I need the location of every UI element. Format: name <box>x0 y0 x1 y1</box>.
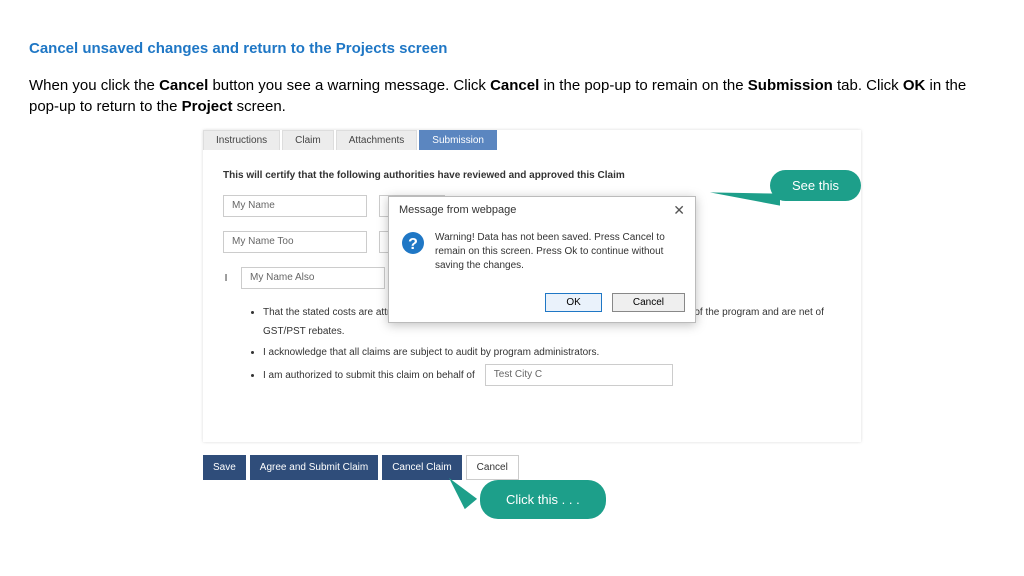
doc-text: screen. <box>237 98 286 115</box>
name-field-1[interactable]: My Name <box>223 195 367 217</box>
doc-title: Cancel unsaved changes and return to the… <box>29 40 447 57</box>
modal-actions: OK Cancel <box>389 287 695 322</box>
action-bar: Save Agree and Submit Claim Cancel Claim… <box>203 455 519 480</box>
close-icon[interactable]: ✕ <box>673 203 685 217</box>
modal-ok-button[interactable]: OK <box>545 293 601 312</box>
modal-title-text: Message from webpage <box>399 204 516 216</box>
doc-text: tab. Click <box>837 77 903 94</box>
prefix-i: I <box>223 273 229 284</box>
warning-modal: Message from webpage ✕ ? Warning! Data h… <box>388 196 696 323</box>
certify-heading: This will certify that the following aut… <box>223 170 841 181</box>
agree-submit-button[interactable]: Agree and Submit Claim <box>250 455 378 480</box>
doc-bold-cancel2: Cancel <box>490 77 539 94</box>
bullet-2: I acknowledge that all claims are subjec… <box>263 343 841 362</box>
doc-bold-cancel: Cancel <box>159 77 208 94</box>
behalf-field[interactable]: Test City C <box>485 364 673 386</box>
doc-bold-submission: Submission <box>748 77 833 94</box>
tab-submission[interactable]: Submission <box>419 130 497 150</box>
tab-instructions[interactable]: Instructions <box>203 130 280 150</box>
name-field-2[interactable]: My Name Too <box>223 231 367 253</box>
callout-see-this: See this <box>770 170 861 201</box>
doc-paragraph: When you click the Cancel button you see… <box>29 75 999 117</box>
modal-cancel-button[interactable]: Cancel <box>612 293 685 312</box>
tab-claim[interactable]: Claim <box>282 130 334 150</box>
doc-text: button you see a warning message. Click <box>212 77 490 94</box>
tab-bar: Instructions Claim Attachments Submissio… <box>203 130 861 150</box>
modal-body: ? Warning! Data has not been saved. Pres… <box>389 223 695 287</box>
svg-text:?: ? <box>408 236 418 253</box>
name-field-3[interactable]: My Name Also <box>241 267 385 289</box>
cancel-button[interactable]: Cancel <box>466 455 519 480</box>
doc-text: in the pop-up to remain on the <box>543 77 747 94</box>
bullet-3: I am authorized to submit this claim on … <box>263 364 841 386</box>
save-button[interactable]: Save <box>203 455 246 480</box>
bullet-3-label: I am authorized to submit this claim on … <box>263 366 475 385</box>
modal-message: Warning! Data has not been saved. Press … <box>435 231 683 273</box>
tab-attachments[interactable]: Attachments <box>336 130 418 150</box>
doc-text: When you click the <box>29 77 159 94</box>
doc-bold-ok: OK <box>903 77 926 94</box>
modal-titlebar: Message from webpage ✕ <box>389 197 695 223</box>
doc-bold-project: Project <box>182 98 233 115</box>
callout-click-this: Click this . . . <box>480 480 606 519</box>
question-icon: ? <box>401 231 425 255</box>
